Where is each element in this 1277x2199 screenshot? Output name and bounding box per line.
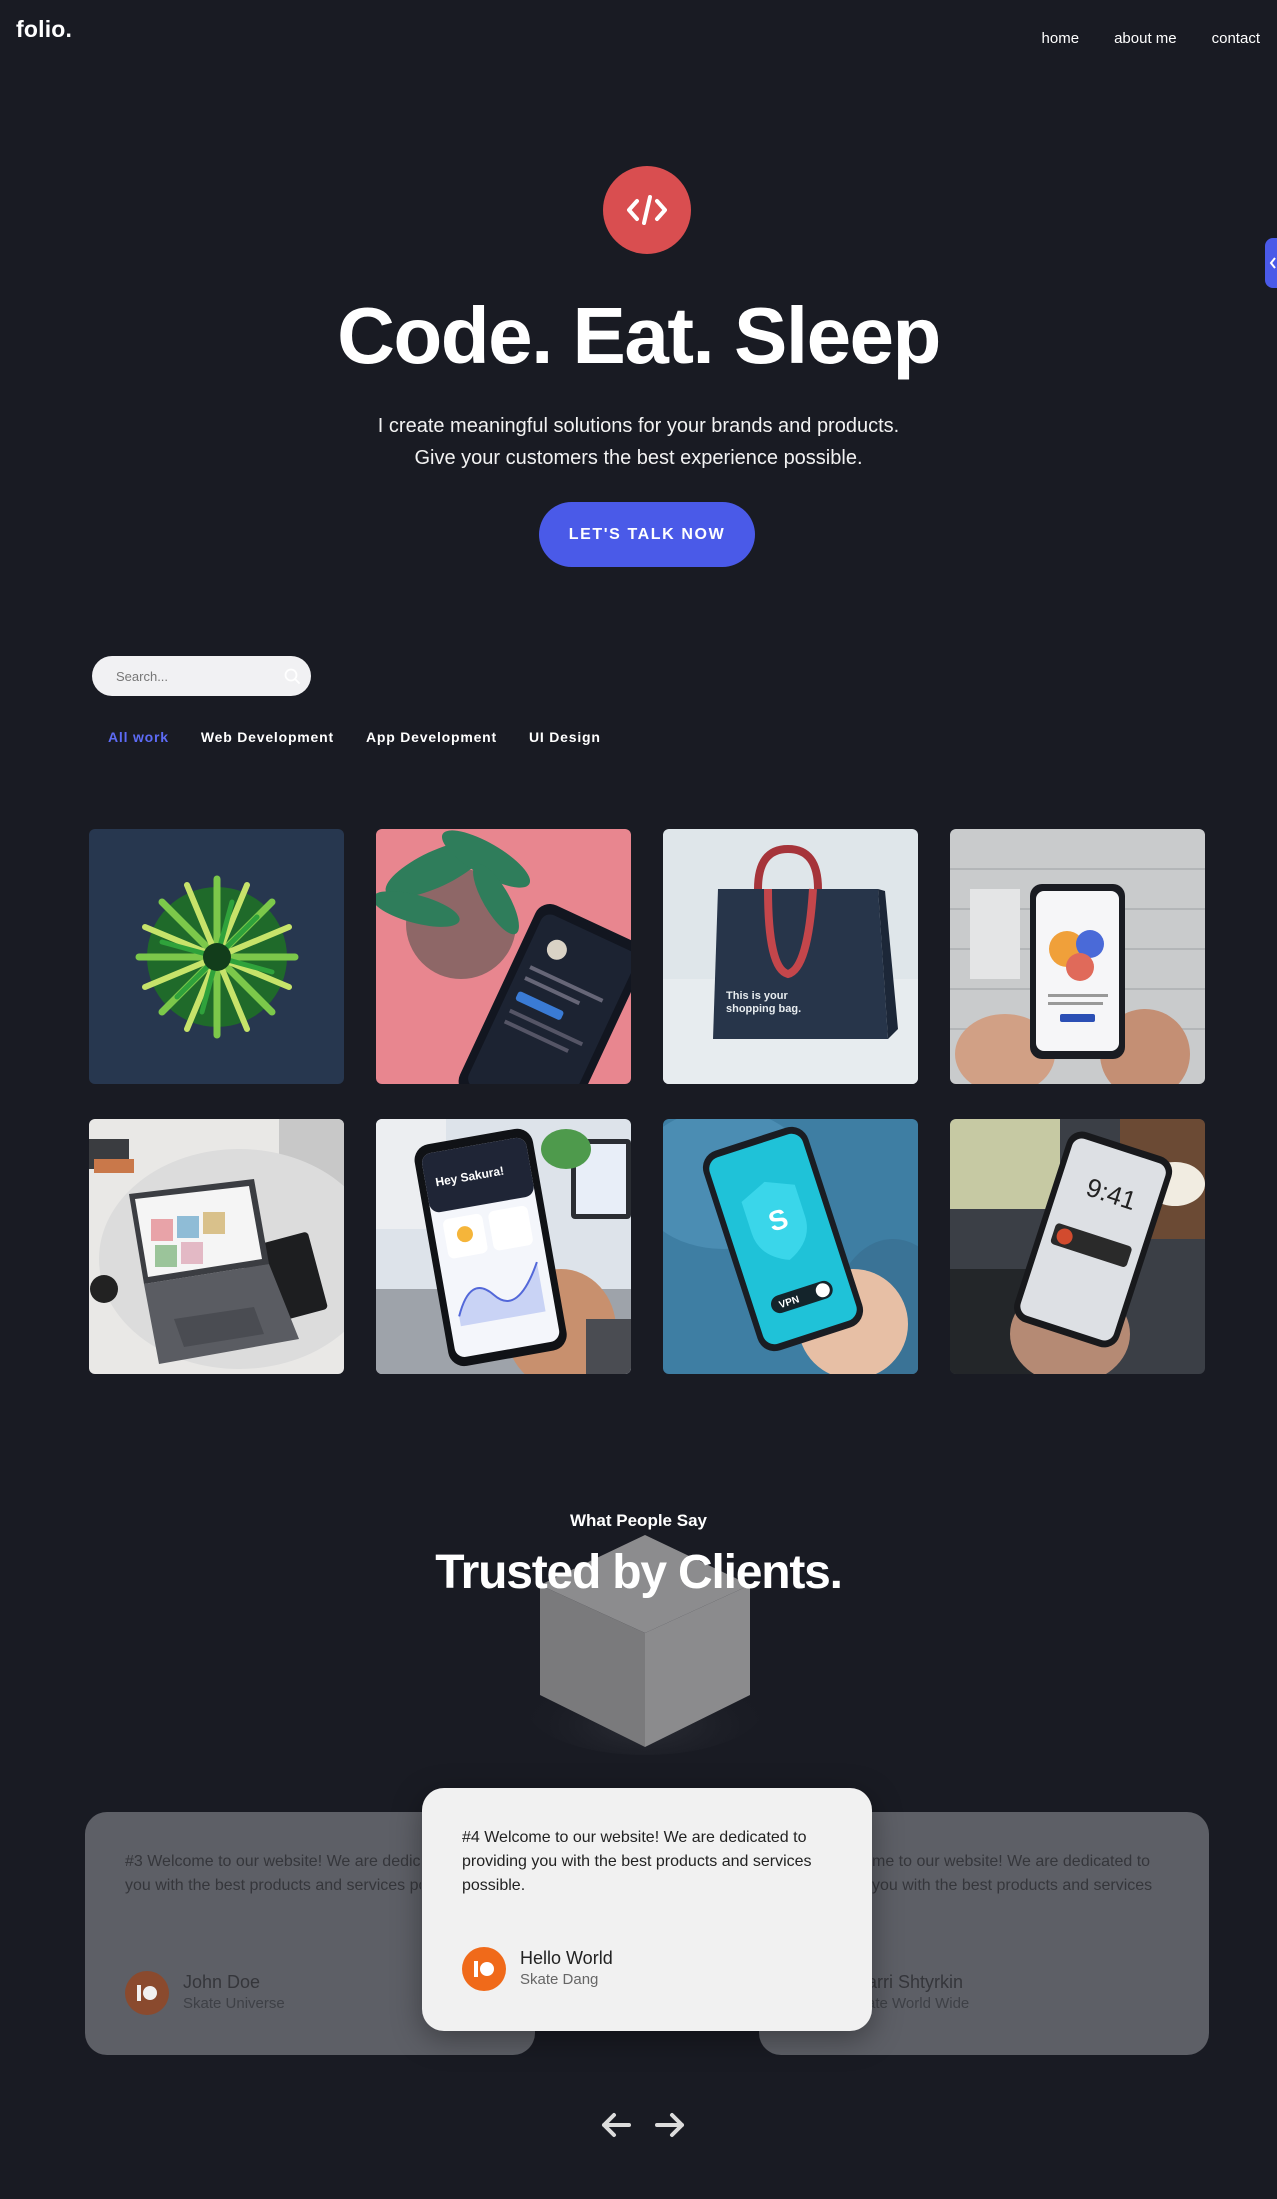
green-sculpture-image bbox=[89, 829, 344, 1084]
filter-app-development[interactable]: App Development bbox=[366, 729, 497, 745]
side-panel-toggle[interactable] bbox=[1265, 238, 1277, 288]
laptop-image bbox=[89, 1119, 344, 1374]
hero-title: Code. Eat. Sleep bbox=[337, 291, 941, 380]
author-name: Hello World bbox=[520, 1948, 613, 1968]
patreon-icon bbox=[137, 1985, 157, 2001]
portfolio-item-vpn-phone[interactable]: S VPN bbox=[663, 1119, 918, 1374]
filter-all-work[interactable]: All work bbox=[108, 729, 169, 745]
search-input[interactable] bbox=[116, 656, 276, 696]
author-name: John Doe bbox=[183, 1972, 261, 1992]
portfolio-gallery: This is your shopping bag. Hey Sakura! S… bbox=[89, 829, 1205, 1374]
patreon-icon bbox=[474, 1961, 494, 1977]
portfolio-item-shopping-bag[interactable]: This is your shopping bag. bbox=[663, 829, 918, 1084]
site-logo[interactable]: folio. bbox=[16, 16, 72, 43]
author-company: Skate Universe bbox=[183, 1995, 285, 2012]
portfolio-item-laptop[interactable] bbox=[89, 1119, 344, 1374]
hero-subtitle-line1: I create meaningful solutions for your b… bbox=[377, 415, 900, 437]
vpn-phone-image: S VPN bbox=[663, 1119, 918, 1374]
hero-subtitle: I create meaningful solutions for your b… bbox=[0, 410, 1277, 474]
testimonial-quote: #3 Welcome to our website! We are dedica… bbox=[125, 1853, 421, 1894]
portfolio-item-green-sculpture[interactable] bbox=[89, 829, 344, 1084]
nav-contact[interactable]: contact bbox=[1212, 30, 1260, 47]
search-box bbox=[92, 656, 311, 696]
author-company: ate World Wide bbox=[867, 1995, 970, 2012]
next-button[interactable] bbox=[654, 2111, 686, 2142]
main-nav: home about me contact bbox=[1042, 30, 1260, 47]
portfolio-item-hands-phone[interactable] bbox=[950, 829, 1205, 1084]
hero-subtitle-line2: Give your customers the best experience … bbox=[414, 447, 863, 469]
arrow-left-icon bbox=[602, 2113, 631, 2137]
code-icon bbox=[603, 166, 691, 254]
testimonial-card-4[interactable]: #4 Welcome to our website! We are dedica… bbox=[422, 1788, 872, 2031]
shopping-bag-image: This is your shopping bag. bbox=[663, 829, 918, 1084]
testimonial-quote: #4 Welcome to our website! We are dedica… bbox=[462, 1829, 812, 1894]
lets-talk-button[interactable]: LET'S TALK NOW bbox=[539, 502, 755, 567]
bag-text-line1: This is your bbox=[726, 990, 788, 1002]
testimonial-author: Hello World Skate Dang bbox=[462, 1947, 613, 1991]
avatar bbox=[125, 1971, 169, 2015]
avatar bbox=[462, 1947, 506, 1991]
portfolio-item-plant-phone[interactable] bbox=[376, 829, 631, 1084]
portfolio-item-lockscreen-phone[interactable]: 9:41 bbox=[950, 1119, 1205, 1374]
carousel-controls bbox=[600, 2111, 686, 2142]
filter-web-development[interactable]: Web Development bbox=[201, 729, 334, 745]
chevron-left-icon bbox=[1269, 257, 1276, 269]
testimonial-author: John Doe Skate Universe bbox=[125, 1971, 285, 2015]
nav-about[interactable]: about me bbox=[1114, 30, 1177, 47]
section-title: Trusted by Clients. bbox=[435, 1546, 843, 1599]
filter-ui-design[interactable]: UI Design bbox=[529, 729, 601, 745]
testimonial-quote: me to our website! We are dedicated to y… bbox=[872, 1853, 1153, 1894]
portfolio-item-dashboard-phone[interactable]: Hey Sakura! bbox=[376, 1119, 631, 1374]
author-company: Skate Dang bbox=[520, 1971, 599, 1988]
testimonial-quote-wrap: #3 Welcome to our website! We are dedica… bbox=[125, 1850, 421, 1898]
plant-phone-image bbox=[376, 829, 631, 1084]
dashboard-phone-image: Hey Sakura! bbox=[376, 1119, 631, 1374]
nav-home[interactable]: home bbox=[1042, 30, 1080, 47]
hands-phone-image bbox=[950, 829, 1205, 1084]
prev-button[interactable] bbox=[600, 2111, 632, 2142]
filter-tabs: All work Web Development App Development… bbox=[108, 729, 601, 745]
lockscreen-phone-image: 9:41 bbox=[950, 1119, 1205, 1374]
search-icon[interactable] bbox=[283, 667, 301, 685]
bag-text-line2: shopping bag. bbox=[726, 1003, 801, 1015]
author-name: arri Shtyrkin bbox=[867, 1972, 964, 1992]
testimonial-author: arri Shtyrkin ate World Wide bbox=[867, 1971, 969, 2015]
arrow-right-icon bbox=[655, 2113, 684, 2137]
